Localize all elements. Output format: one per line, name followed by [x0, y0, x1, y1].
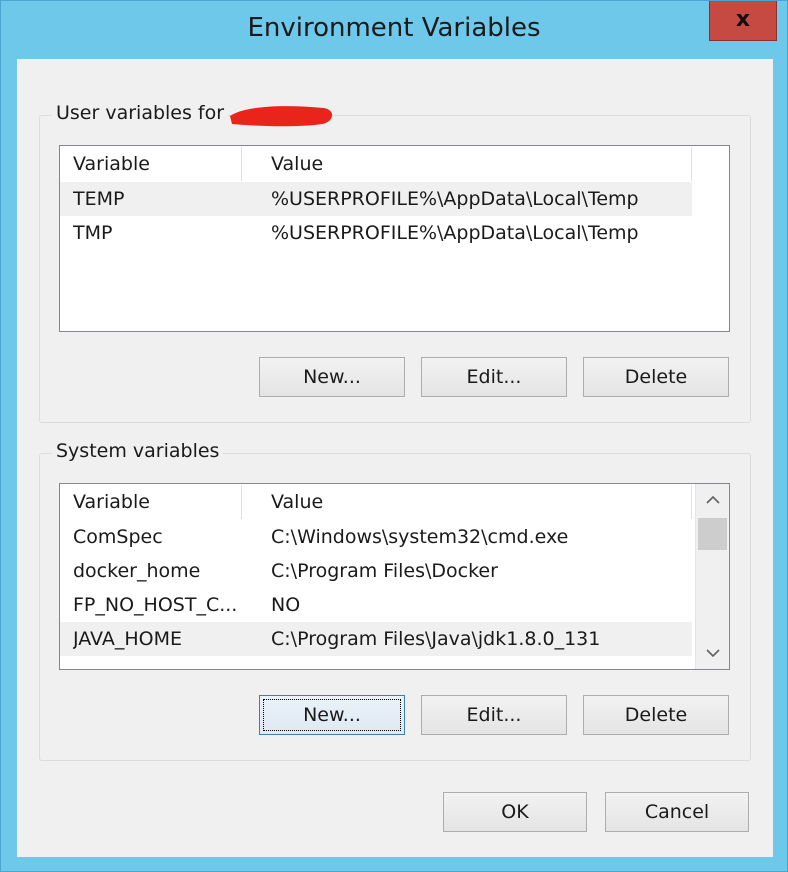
cancel-button[interactable]: Cancel	[605, 792, 749, 832]
variable-name: JAVA_HOME	[73, 628, 182, 650]
variable-value: C:\Windows\system32\cmd.exe	[271, 526, 569, 548]
table-row[interactable]: ComSpec C:\Windows\system32\cmd.exe	[60, 520, 692, 554]
ok-button[interactable]: OK	[443, 792, 587, 832]
close-button[interactable]: x	[709, 1, 777, 41]
user-variables-header: Variable Value	[60, 147, 692, 181]
column-header-variable[interactable]: Variable	[60, 485, 242, 519]
table-row[interactable]: docker_home C:\Program Files\Docker	[60, 554, 692, 588]
variable-name: docker_home	[73, 560, 201, 582]
system-variables-label: System variables	[52, 440, 224, 462]
user-delete-button[interactable]: Delete	[583, 357, 729, 397]
user-variables-group: User variables for Variable Value TEMP %…	[39, 102, 751, 423]
system-edit-button[interactable]: Edit...	[421, 695, 567, 735]
focus-rectangle	[263, 699, 401, 731]
table-row[interactable]: FP_NO_HOST_C... NO	[60, 588, 692, 622]
variable-value: C:\Program Files\Java\jdk1.8.0_131	[271, 628, 601, 650]
variable-name: TEMP	[73, 188, 125, 210]
variable-name: TMP	[73, 222, 113, 244]
table-row[interactable]: TMP %USERPROFILE%\AppData\Local\Temp	[60, 216, 692, 250]
user-new-button[interactable]: New...	[259, 357, 405, 397]
column-header-value[interactable]: Value	[260, 485, 692, 519]
user-variables-label: User variables for	[52, 102, 333, 127]
scrollbar-thumb[interactable]	[698, 518, 727, 550]
variable-value: %USERPROFILE%\AppData\Local\Temp	[271, 188, 639, 210]
user-variables-list[interactable]: Variable Value TEMP %USERPROFILE%\AppDat…	[59, 145, 730, 332]
dialog-body: User variables for Variable Value TEMP %…	[17, 59, 773, 857]
chevron-down-icon[interactable]	[696, 637, 729, 669]
variable-name: ComSpec	[73, 526, 163, 548]
window-title: Environment Variables	[247, 13, 541, 43]
system-new-button[interactable]: New...	[259, 695, 405, 735]
environment-variables-window: Environment Variables x User variables f…	[0, 0, 788, 872]
system-variables-list[interactable]: Variable Value ComSpec C:\Windows\system…	[59, 483, 730, 670]
variable-name: FP_NO_HOST_C...	[73, 594, 238, 616]
user-edit-button[interactable]: Edit...	[421, 357, 567, 397]
system-delete-button[interactable]: Delete	[583, 695, 729, 735]
table-row[interactable]: TEMP %USERPROFILE%\AppData\Local\Temp	[60, 182, 692, 216]
column-header-variable[interactable]: Variable	[60, 147, 242, 181]
variable-value: C:\Program Files\Docker	[271, 560, 498, 582]
column-header-value[interactable]: Value	[260, 147, 692, 181]
table-row[interactable]: JAVA_HOME C:\Program Files\Java\jdk1.8.0…	[60, 622, 692, 656]
title-bar[interactable]: Environment Variables x	[1, 1, 787, 59]
system-variables-header: Variable Value	[60, 485, 692, 519]
variable-value: NO	[271, 594, 301, 616]
chevron-up-icon[interactable]	[696, 484, 729, 516]
vertical-scrollbar[interactable]	[695, 484, 729, 669]
variable-value: %USERPROFILE%\AppData\Local\Temp	[271, 222, 639, 244]
system-variables-group: System variables Variable Value ComSpec …	[39, 440, 751, 761]
redaction-mark	[230, 106, 333, 127]
